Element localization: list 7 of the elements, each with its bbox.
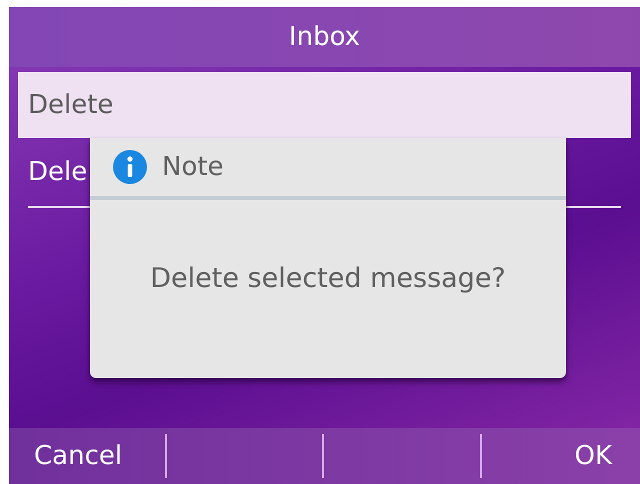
dialog-message: Delete selected message? (150, 262, 506, 296)
dialog-title: Note (162, 150, 224, 184)
menu-item[interactable]: Delete (18, 72, 631, 138)
info-icon (112, 149, 148, 185)
softkey-button[interactable]: Cancel (34, 436, 122, 476)
softkey-button[interactable]: OK (574, 436, 612, 476)
screen-title: Inbox (288, 20, 360, 54)
